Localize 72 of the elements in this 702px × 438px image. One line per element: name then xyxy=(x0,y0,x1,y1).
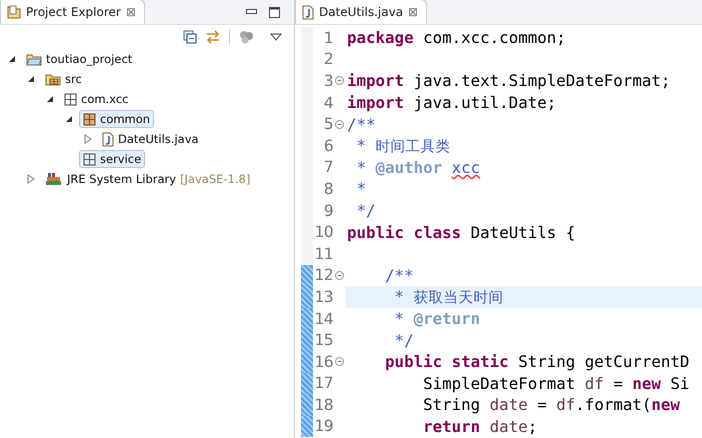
package-icon xyxy=(83,152,96,166)
line-number: 2 xyxy=(322,50,333,68)
line-number: 9 xyxy=(322,202,333,220)
java-file-icon xyxy=(102,132,114,146)
code-line: * @return xyxy=(394,308,482,330)
expanded-arrow-icon[interactable] xyxy=(46,95,54,103)
line-number: 12 xyxy=(313,266,333,284)
java-file-icon xyxy=(302,4,314,20)
package-icon xyxy=(83,112,96,126)
project-explorer-tab[interactable]: Project Explorer ⊠ xyxy=(0,0,145,24)
code-line: import java.util.Date; xyxy=(346,92,558,114)
line-number: 1 xyxy=(322,28,333,47)
maximize-icon[interactable] xyxy=(269,6,280,18)
view-menu-icon[interactable] xyxy=(270,33,282,41)
line-number: 13 xyxy=(313,288,333,306)
editor-tab[interactable]: DateUtils.java ⊠ xyxy=(295,0,428,24)
explorer-view-icon xyxy=(7,5,21,19)
code-line: return date; xyxy=(422,416,538,438)
code-line: package com.xcc.common; xyxy=(346,27,567,49)
code-line: */ xyxy=(356,200,377,222)
line-number: 17 xyxy=(313,374,333,392)
code-line: public class DateUtils { xyxy=(346,222,576,243)
close-icon[interactable]: ⊠ xyxy=(408,5,418,19)
minimize-icon[interactable] xyxy=(246,9,257,15)
line-number: 10 xyxy=(313,223,333,242)
books-icon xyxy=(45,172,63,186)
collapsed-arrow-icon[interactable] xyxy=(84,134,92,144)
tree-item[interactable]: com.xcc xyxy=(60,90,132,108)
tree-item[interactable]: service xyxy=(79,150,146,168)
code-line: SimpleDateFormat df = new Si xyxy=(422,372,690,394)
line-number: 5 xyxy=(322,115,333,134)
code-line: /** xyxy=(346,114,377,135)
expanded-arrow-icon[interactable] xyxy=(65,115,73,123)
fold-icon[interactable] xyxy=(334,270,344,280)
code-line: import java.text.SimpleDateFormat; xyxy=(346,70,672,92)
code-line: * 时间工具类 xyxy=(356,134,452,157)
package-icon xyxy=(64,92,77,106)
code-line: String date = df.format(new xyxy=(422,394,681,416)
code-line: * xyxy=(356,178,368,200)
line-number: 3 xyxy=(322,72,333,90)
fold-icon[interactable] xyxy=(334,76,344,86)
line-number: 8 xyxy=(322,180,333,198)
package-folder-icon xyxy=(45,72,61,86)
collapsed-arrow-icon[interactable] xyxy=(27,174,35,184)
line-number: 18 xyxy=(313,396,333,414)
line-number: 6 xyxy=(322,136,333,155)
close-icon[interactable]: ⊠ xyxy=(126,5,136,19)
tree-item[interactable]: src xyxy=(41,70,86,88)
line-number: 19 xyxy=(313,417,333,436)
filter-icon[interactable] xyxy=(239,30,254,44)
line-number: 15 xyxy=(313,331,333,350)
link-arrows-icon[interactable] xyxy=(205,30,221,44)
code-line: */ xyxy=(394,330,415,351)
collapse-all-icon[interactable] xyxy=(183,30,197,44)
fold-icon[interactable] xyxy=(334,120,344,129)
fold-icon[interactable] xyxy=(334,357,344,366)
line-number: 16 xyxy=(313,352,333,371)
code-line: public static String getCurrentD xyxy=(384,351,690,372)
folder-icon xyxy=(26,52,42,66)
tree-item[interactable]: JRE System Library [JavaSE-1.8] xyxy=(41,170,254,188)
line-number: 14 xyxy=(313,310,333,328)
line-number: 11 xyxy=(313,244,333,263)
line-number: 7 xyxy=(322,158,333,176)
code-line: /** xyxy=(384,264,415,286)
line-number: 4 xyxy=(322,94,333,112)
expanded-arrow-icon[interactable] xyxy=(27,75,35,83)
code-line: * @author xcc xyxy=(356,156,482,178)
tree-item[interactable]: toutiao_project xyxy=(22,50,136,68)
tree-item[interactable]: DateUtils.java xyxy=(98,130,203,148)
tree-item[interactable]: common xyxy=(79,110,154,128)
expanded-arrow-icon[interactable] xyxy=(8,55,16,63)
toolbar-divider-icon xyxy=(229,29,231,45)
